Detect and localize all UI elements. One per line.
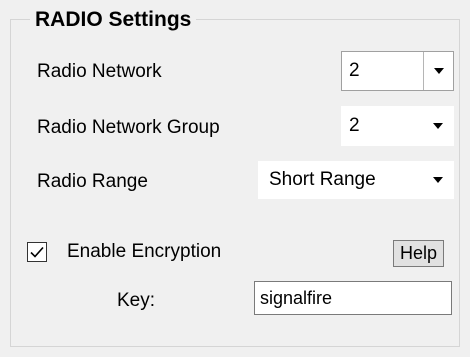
chevron-down-icon xyxy=(433,68,444,74)
key-label: Key: xyxy=(117,290,156,311)
radio-network-group-dropdown[interactable]: 2 xyxy=(341,106,454,146)
radio-network-group-label: Radio Network Group xyxy=(37,117,220,138)
radio-range-dropdown[interactable]: Short Range xyxy=(258,161,454,199)
radio-range-label: Radio Range xyxy=(37,171,148,192)
enable-encryption-label[interactable]: Enable Encryption xyxy=(67,241,221,263)
dropdown-arrow-button[interactable] xyxy=(423,52,453,90)
key-input[interactable] xyxy=(254,281,452,315)
help-button[interactable]: Help xyxy=(393,240,444,267)
radio-network-dropdown[interactable]: 2 xyxy=(341,51,454,91)
check-icon xyxy=(30,246,44,258)
dropdown-arrow-button[interactable] xyxy=(423,162,453,198)
radio-range-value: Short Range xyxy=(269,169,376,190)
radio-network-label: Radio Network xyxy=(37,61,162,82)
dropdown-arrow-button[interactable] xyxy=(423,107,453,145)
radio-network-value: 2 xyxy=(349,60,360,81)
chevron-down-icon xyxy=(433,123,443,129)
radio-network-group-value: 2 xyxy=(349,115,360,136)
group-title: RADIO Settings xyxy=(30,8,197,32)
chevron-down-icon xyxy=(433,177,443,183)
enable-encryption-checkbox[interactable] xyxy=(27,242,47,262)
